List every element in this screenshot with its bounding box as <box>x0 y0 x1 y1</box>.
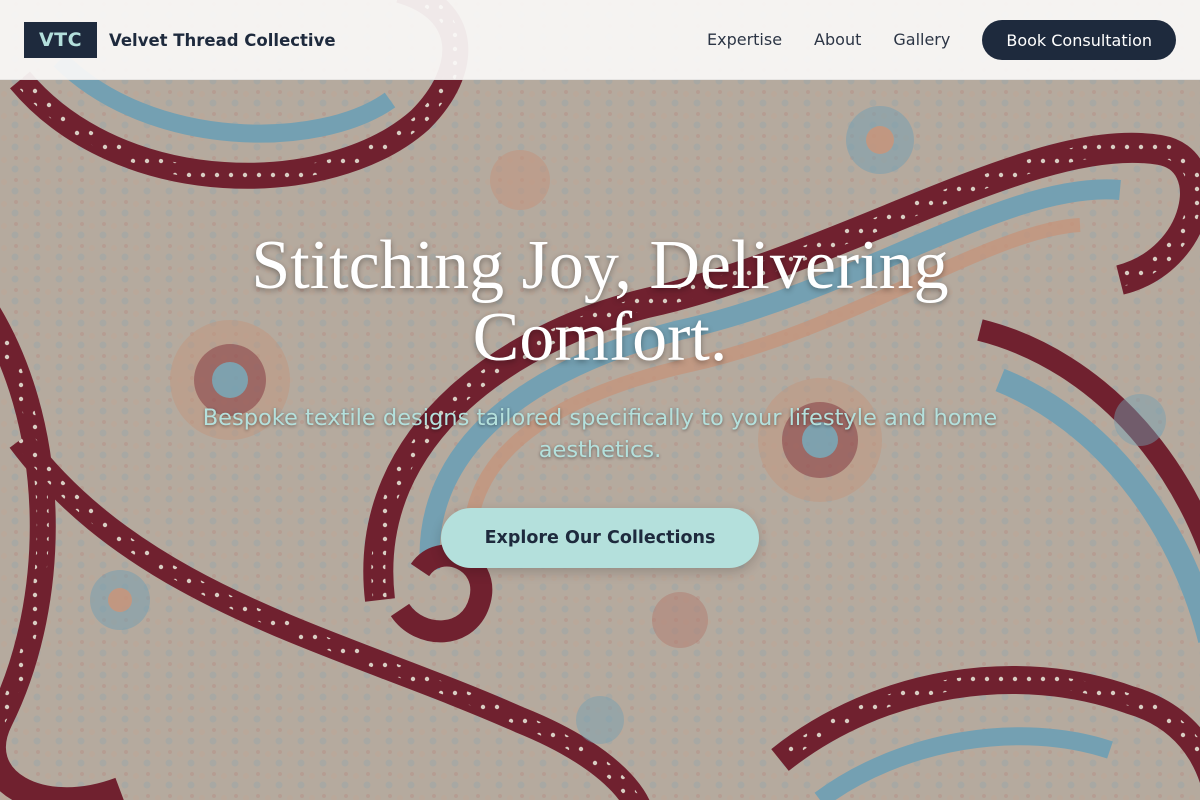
site-header: VTC Velvet Thread Collective Expertise A… <box>0 0 1200 80</box>
logo-mark: VTC <box>24 22 97 58</box>
explore-collections-button[interactable]: Explore Our Collections <box>441 508 759 568</box>
main-nav: Expertise About Gallery Book Consultatio… <box>707 20 1176 60</box>
nav-link-gallery[interactable]: Gallery <box>893 20 950 60</box>
hero-section: Stitching Joy, Delivering Comfort. Bespo… <box>0 230 1200 568</box>
book-consultation-button[interactable]: Book Consultation <box>982 20 1176 60</box>
brand-name: Velvet Thread Collective <box>109 30 336 50</box>
hero-subtitle: Bespoke textile designs tailored specifi… <box>202 405 998 463</box>
nav-link-expertise[interactable]: Expertise <box>707 20 782 60</box>
nav-link-about[interactable]: About <box>814 20 861 60</box>
logo-link[interactable]: VTC Velvet Thread Collective <box>24 22 336 58</box>
hero-title: Stitching Joy, Delivering Comfort. <box>251 227 949 376</box>
